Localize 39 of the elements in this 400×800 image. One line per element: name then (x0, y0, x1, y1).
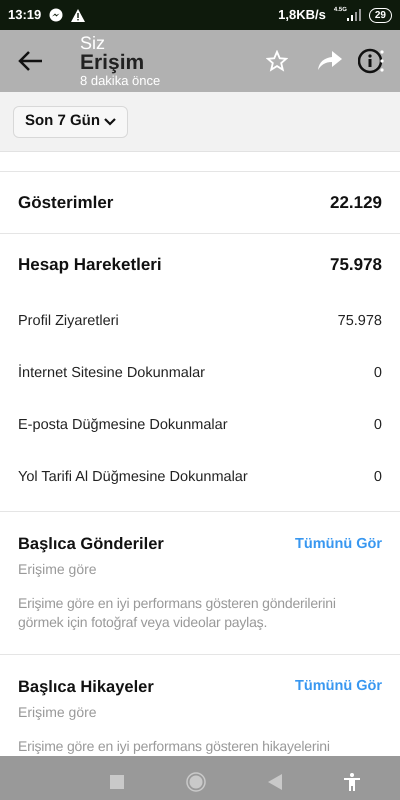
metric-label: Hesap Hareketleri (18, 254, 162, 276)
info-icon[interactable] (358, 48, 384, 74)
section-description: Erişime göre en iyi performans gösteren hikayelerini (18, 736, 331, 756)
back-arrow-icon[interactable] (16, 49, 44, 73)
metric-value: 22.129 (330, 192, 382, 214)
clock: 13:19 (8, 6, 42, 24)
metric-value: 0 (374, 364, 382, 384)
section-title: Başlıca Gönderiler (18, 534, 164, 555)
metric-label: Profil Ziyaretleri (18, 312, 119, 332)
chevron-down-icon (104, 118, 116, 126)
metric-value: 75.978 (330, 254, 382, 276)
date-range-dropdown[interactable]: Son 7 Gün (13, 106, 128, 138)
notification-time: 8 dakika önce (80, 74, 160, 88)
notification-title: Siz (80, 34, 106, 52)
battery-level: 29 (368, 8, 392, 22)
home-circle-icon[interactable] (186, 772, 206, 792)
metric-value: 0 (374, 468, 382, 488)
section-subtitle: Erişime göre (18, 560, 98, 579)
section-description: Erişime göre en iyi performans gösteren gönderilerini görmek için fotoğraf veya videolar paylaş. (18, 594, 337, 632)
metric-value: 75.978 (338, 312, 382, 332)
accessibility-icon[interactable] (344, 772, 360, 790)
share-arrow-icon[interactable] (318, 51, 342, 71)
network-speed: 1,8KB/s (278, 6, 326, 24)
page-title: Erişim (80, 52, 144, 74)
see-all-link[interactable]: Tümünü Gör (295, 534, 382, 556)
section-subtitle: Erişime göre (18, 702, 98, 722)
metric-value: 0 (374, 416, 382, 436)
section-title: Başlıca Hikayeler (18, 676, 154, 698)
star-icon[interactable] (266, 50, 288, 72)
square-icon[interactable] (110, 774, 124, 788)
metric-label: Gösterimler (18, 192, 114, 214)
warning-icon (71, 8, 86, 22)
metric-label: E-posta Düğmesine Dokunmalar (18, 416, 228, 436)
metric-label: Yol Tarifi Al Düğmesine Dokunmalar (18, 468, 248, 488)
back-triangle-icon[interactable] (268, 774, 282, 790)
messenger-icon (49, 8, 64, 22)
signal-icon (346, 9, 361, 21)
see-all-link[interactable]: Tümünü Gör (295, 676, 382, 698)
metric-label: İnternet Sitesine Dokunmalar (18, 363, 205, 384)
